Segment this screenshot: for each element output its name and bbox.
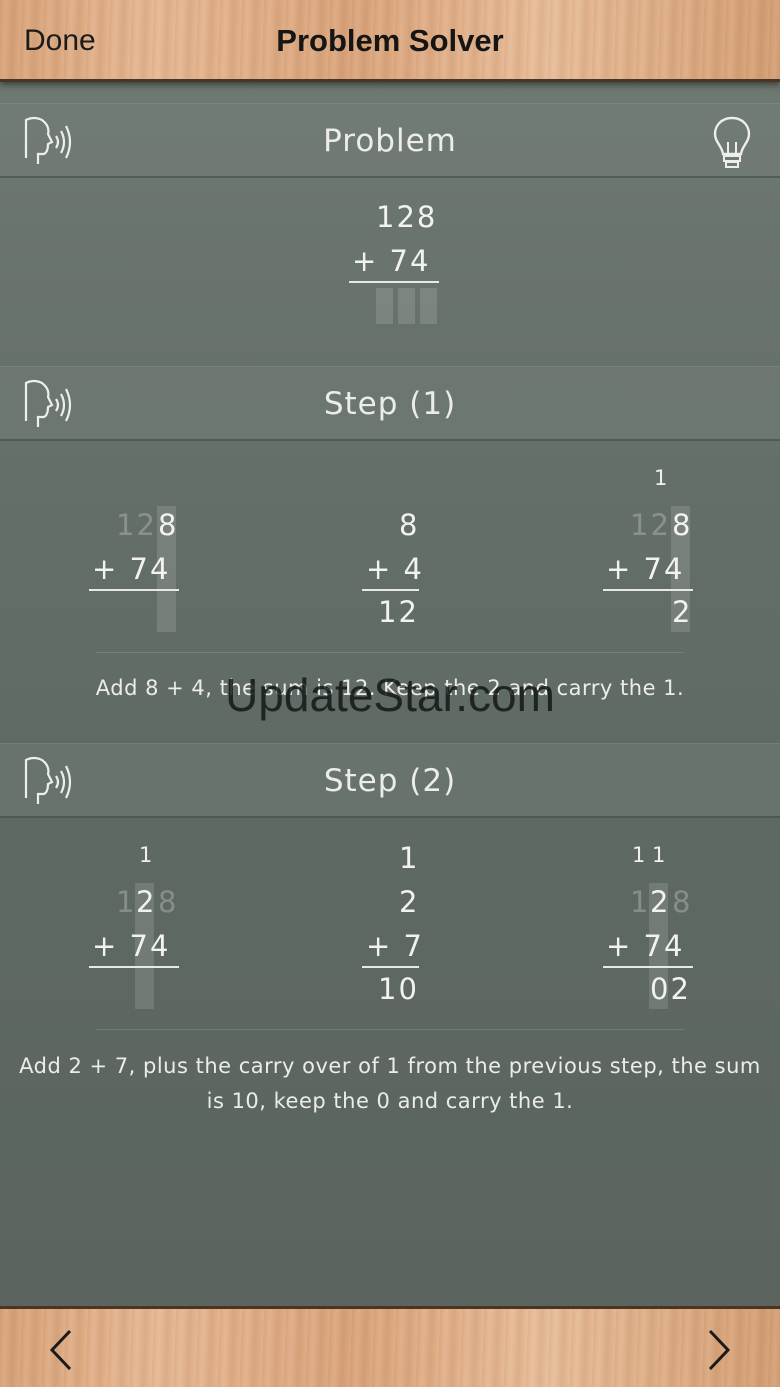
step2-title: Step (2) [323, 763, 457, 799]
answer-slot [376, 288, 393, 324]
answer-slot [420, 288, 437, 324]
problem-top-number: 128 [376, 200, 438, 234]
carry-digits: 1 1 [632, 843, 666, 867]
addend-row: + 74 [606, 552, 685, 586]
result-digits: 02 [650, 972, 691, 1006]
bottom-toolbar [0, 1306, 780, 1387]
digit-top: 8 [399, 508, 420, 542]
top-navigation-bar: Done Problem Solver [0, 0, 780, 82]
addend-row: + 7 [366, 929, 424, 963]
lightbulb-icon[interactable] [712, 114, 752, 170]
result-digit: 2 [672, 595, 693, 629]
faint-digits: 12 [630, 508, 671, 542]
step2-explanation-line2: is 10, keep the 0 and carry the 1. [206, 1089, 574, 1113]
digit-top: 2 [399, 885, 420, 919]
sum-underline [89, 966, 179, 968]
addend-row: + 74 [92, 929, 171, 963]
active-digit: 8 [158, 508, 179, 542]
carry-digit: 1 [654, 466, 668, 490]
step1-title: Step (1) [323, 386, 457, 422]
step1-header: Step (1) [0, 366, 780, 441]
step2-explanation-line1: Add 2 + 7, plus the carry over of 1 from… [19, 1054, 761, 1078]
problem-title: Problem [323, 123, 457, 159]
carry-digit: 1 [399, 841, 420, 875]
faint-digit: 1 [630, 885, 651, 919]
page-title: Problem Solver [276, 23, 504, 58]
addend-row: + 74 [606, 929, 685, 963]
partial-sum: 10 [378, 972, 419, 1006]
faint-digit: 1 [116, 885, 137, 919]
active-digit: 8 [672, 508, 693, 542]
chevron-right-icon[interactable] [698, 1327, 738, 1373]
active-digit: 2 [650, 885, 671, 919]
chevron-left-icon[interactable] [42, 1327, 82, 1373]
step-divider [96, 652, 684, 653]
faint-digit: 8 [672, 885, 693, 919]
step-divider [96, 1029, 684, 1030]
problem-bottom-number: + 74 [352, 244, 431, 278]
problem-header: Problem [0, 103, 780, 178]
problem-underline [349, 281, 439, 283]
active-digit: 2 [136, 885, 157, 919]
carry-digit: 1 [139, 843, 153, 867]
faint-digits: 12 [116, 508, 157, 542]
watermark: UpdateStar.com [225, 669, 555, 721]
partial-sum: 12 [378, 595, 419, 629]
sum-underline [89, 589, 179, 591]
step2-header: Step (2) [0, 743, 780, 818]
sum-underline [603, 589, 693, 591]
sum-underline [362, 589, 419, 591]
addend-row: + 4 [366, 552, 424, 586]
answer-slot [398, 288, 415, 324]
addend-row: + 74 [92, 552, 171, 586]
faint-digit: 8 [158, 885, 179, 919]
sum-underline [362, 966, 419, 968]
sum-underline [603, 966, 693, 968]
